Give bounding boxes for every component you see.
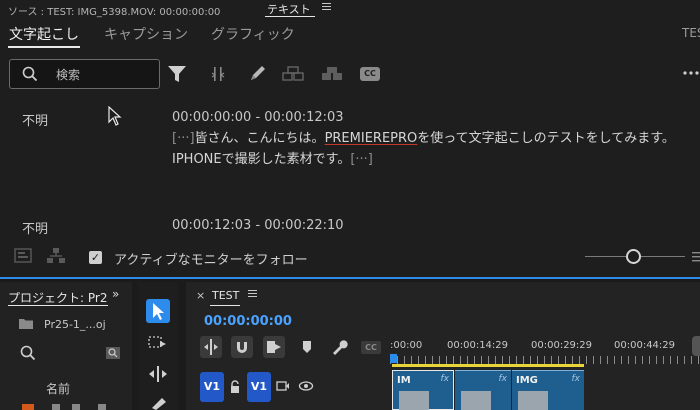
snap-magnet-icon[interactable] bbox=[231, 336, 253, 358]
source-patch-v1[interactable]: V1 bbox=[200, 372, 224, 402]
project-file-name[interactable]: Pr25-1_...oj bbox=[44, 318, 106, 331]
source-bar: ソース : TEST: IMG_5398.MOV: 00:00:00:00 テキ… bbox=[0, 0, 700, 18]
pencil-icon[interactable] bbox=[247, 64, 269, 84]
zoom-in-icon[interactable] bbox=[690, 248, 700, 266]
ruler-label: :00:00 bbox=[390, 340, 423, 351]
video-clip[interactable]: IM fx bbox=[392, 370, 454, 410]
hierarchy-icon[interactable] bbox=[45, 246, 67, 266]
speaker-label[interactable]: 不明 bbox=[22, 110, 48, 129]
merge-icon[interactable] bbox=[281, 64, 304, 84]
project-panel-title[interactable]: プロジェクト: Pr25 bbox=[8, 289, 108, 306]
text-panel-tabs: 文字起こし キャプション グラフィック TES bbox=[0, 18, 700, 50]
tab-captions[interactable]: キャプション bbox=[104, 24, 188, 44]
group-icon[interactable] bbox=[320, 64, 342, 84]
sequence-tab[interactable]: TEST bbox=[212, 289, 239, 302]
playhead-handle[interactable] bbox=[390, 354, 397, 363]
active-tab-underline bbox=[8, 46, 80, 48]
time-ruler[interactable] bbox=[390, 356, 700, 364]
close-sequence-button[interactable]: × bbox=[196, 289, 205, 302]
razor-tool-icon[interactable] bbox=[146, 396, 170, 410]
split-segment-icon[interactable] bbox=[207, 64, 229, 84]
sequence-tab-underline bbox=[210, 305, 240, 306]
ellipsis-icon[interactable] bbox=[682, 66, 700, 80]
linked-selection-icon[interactable] bbox=[263, 336, 285, 358]
track-target-v1[interactable]: V1 bbox=[247, 372, 271, 402]
ripple-edit-tool-icon[interactable] bbox=[146, 364, 170, 384]
fx-badge: fx bbox=[571, 374, 581, 384]
transcript-text[interactable]: [···]皆さん、こんにちは。PREMIEREPROを使って文字起こしのテストを… bbox=[172, 128, 682, 170]
clip-thumbnail bbox=[399, 391, 429, 410]
track-select-tool-icon[interactable] bbox=[146, 333, 170, 353]
ruler-label: 00:00:14:29 bbox=[447, 340, 509, 351]
fx-badge: fx bbox=[440, 374, 450, 384]
search-placeholder: 検索 bbox=[56, 68, 81, 82]
folder-icon bbox=[18, 316, 34, 330]
segment-timecode: 00:00:12:03 - 00:00:22:10 bbox=[172, 218, 344, 233]
search-icon bbox=[22, 66, 38, 82]
eye-icon[interactable] bbox=[298, 380, 314, 392]
ruler-label: 00:00:29:29 bbox=[531, 340, 593, 351]
sync-lock-icon[interactable] bbox=[276, 380, 290, 392]
transcript-text-before: 皆さん、こんにちは。 bbox=[194, 131, 325, 146]
column-icon bbox=[72, 404, 80, 410]
bin-search-icon[interactable] bbox=[105, 346, 121, 360]
column-icon bbox=[52, 404, 60, 410]
tab-text-panel[interactable]: テキスト bbox=[267, 1, 311, 17]
video-clip[interactable]: fx bbox=[455, 370, 511, 410]
panel-tab-underline bbox=[265, 16, 315, 17]
tab-graphics[interactable]: グラフィック bbox=[211, 24, 295, 44]
video-clip[interactable]: IMG fx bbox=[512, 370, 584, 410]
nest-sequence-icon[interactable] bbox=[200, 336, 222, 358]
tab-transcript[interactable]: 文字起こし bbox=[9, 24, 79, 44]
ruler-label: 00:00:44:29 bbox=[614, 340, 676, 351]
follow-monitor-label: アクティブなモニターをフォロー bbox=[114, 253, 308, 268]
clip-thumbnail bbox=[461, 391, 491, 410]
playhead-timecode[interactable]: 00:00:00:00 bbox=[204, 314, 292, 329]
cc-icon[interactable]: CC bbox=[360, 67, 380, 81]
export-icon[interactable] bbox=[13, 246, 35, 266]
tab-cut-off[interactable]: TES bbox=[682, 26, 700, 40]
label-color-swatch bbox=[22, 404, 34, 410]
speaker-label[interactable]: 不明 bbox=[22, 218, 48, 237]
selection-tool-icon[interactable] bbox=[146, 299, 170, 323]
search-icon[interactable] bbox=[20, 345, 36, 361]
column-icon bbox=[98, 404, 106, 410]
clip-thumbnail bbox=[518, 391, 548, 410]
segment-timecode: 00:00:00:00 - 00:00:12:03 bbox=[172, 110, 344, 125]
captions-track-icon[interactable]: CC bbox=[361, 341, 381, 354]
follow-monitor-checkbox[interactable]: ✓ bbox=[89, 251, 102, 264]
filter-icon[interactable] bbox=[166, 64, 188, 84]
work-area-bar[interactable] bbox=[392, 364, 584, 367]
source-label: ソース : TEST: IMG_5398.MOV: 00:00:00:00 bbox=[8, 7, 221, 18]
hamburger-icon[interactable] bbox=[322, 1, 332, 13]
ellipsis-start: [···] bbox=[172, 131, 195, 146]
timeline-scrollbar[interactable] bbox=[692, 336, 700, 356]
ellipsis-end: [···] bbox=[350, 152, 373, 167]
hamburger-icon[interactable] bbox=[248, 288, 258, 300]
panel-overflow-button[interactable]: » bbox=[112, 287, 119, 301]
clip-label: IM bbox=[397, 375, 411, 386]
mouse-cursor-icon bbox=[108, 106, 122, 126]
name-column-header[interactable]: 名前 bbox=[46, 380, 70, 397]
zoom-slider-thumb[interactable] bbox=[626, 249, 641, 264]
lock-icon[interactable] bbox=[229, 380, 241, 394]
highlighted-word[interactable]: PREMIEREPRO bbox=[325, 131, 418, 146]
project-tab-underline bbox=[8, 305, 108, 306]
fx-badge: fx bbox=[498, 374, 508, 384]
search-input[interactable]: 検索 bbox=[9, 59, 160, 89]
wrench-icon[interactable] bbox=[330, 338, 348, 356]
clip-label: IMG bbox=[516, 375, 538, 386]
add-marker-icon[interactable] bbox=[300, 339, 314, 355]
